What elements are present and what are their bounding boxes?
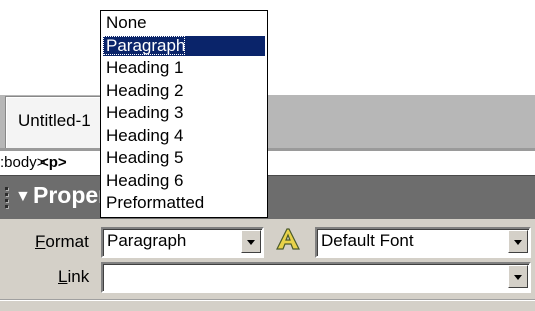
format-option-heading-2[interactable]: Heading 2 — [103, 81, 265, 101]
format-option-heading-3[interactable]: Heading 3 — [103, 103, 265, 123]
format-option-label: Heading 6 — [106, 170, 184, 190]
format-dropdown-list: None Paragraph Heading 1 Heading 2 Heading 3… — [100, 10, 268, 218]
format-option-label: Heading 3 — [106, 103, 184, 122]
link-dropdown-chevron-icon[interactable] — [508, 265, 528, 288]
format-option-label: Heading 5 — [106, 148, 184, 167]
format-option-heading-6[interactable]: Heading 6 — [103, 171, 265, 191]
font-select[interactable]: Default Font — [315, 227, 531, 258]
gripper-icon[interactable] — [5, 187, 11, 209]
format-option-heading-5[interactable]: Heading 5 — [103, 148, 265, 168]
format-option-label: Heading 2 — [106, 80, 184, 100]
document-tab-label: Untitled-1 — [18, 111, 91, 130]
format-option-preformatted[interactable]: Preformatted — [103, 193, 265, 213]
link-label: Link — [58, 267, 90, 286]
format-option-paragraph[interactable]: Paragraph — [103, 35, 265, 56]
tag-p[interactable]: <p> — [40, 154, 67, 171]
tag-body[interactable]: :body> — [0, 154, 45, 171]
format-select[interactable]: Paragraph — [101, 227, 264, 258]
format-label-text: ormat — [45, 232, 89, 251]
font-A-icon[interactable] — [275, 227, 301, 251]
format-select-value: Paragraph — [107, 231, 187, 250]
format-option-label: None — [106, 13, 147, 32]
format-option-label: Heading 1 — [106, 58, 184, 77]
format-option-label: Heading 4 — [106, 125, 184, 145]
link-input[interactable] — [101, 262, 531, 293]
format-option-label: Preformatted — [106, 193, 205, 212]
format-option-heading-1[interactable]: Heading 1 — [103, 58, 265, 78]
format-option-label: Paragraph — [103, 35, 186, 55]
font-select-value: Default Font — [321, 231, 414, 250]
format-option-none[interactable]: None — [103, 13, 265, 33]
format-label: Format — [35, 232, 89, 251]
format-dropdown-chevron-icon[interactable] — [241, 230, 261, 253]
panel-divider — [0, 299, 535, 300]
font-dropdown-chevron-icon[interactable] — [508, 230, 528, 253]
format-option-heading-4[interactable]: Heading 4 — [103, 126, 265, 146]
collapse-arrow-icon[interactable]: ▼ — [15, 188, 31, 206]
